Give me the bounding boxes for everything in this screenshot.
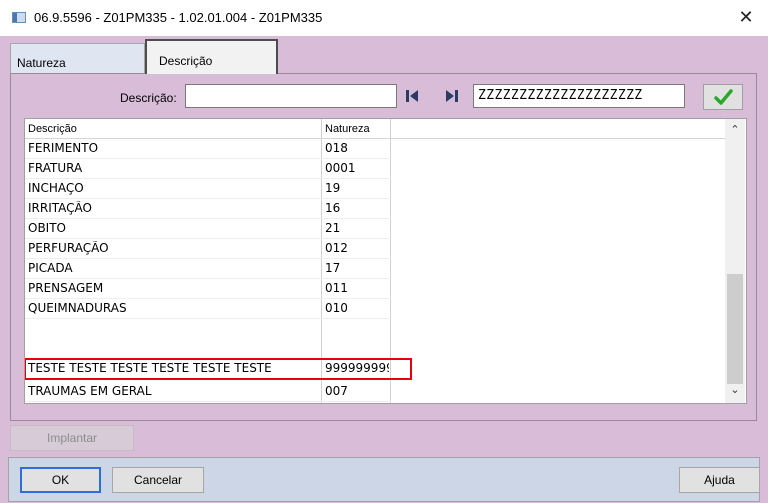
cell-natureza: 010 <box>325 301 348 315</box>
table-row[interactable]: IRRITAÇÃO 16 <box>25 199 391 219</box>
column-header-natureza[interactable]: Natureza <box>325 123 370 135</box>
table-row[interactable]: PERFURAÇÃO 012 <box>25 239 391 259</box>
cell-descricao: PERFURAÇÃO <box>28 241 109 255</box>
app-window-icon <box>12 12 26 23</box>
description-search-input[interactable] <box>185 84 397 108</box>
cell-descricao: FERIMENTO <box>28 141 99 155</box>
close-button[interactable]: ✕ <box>734 6 758 28</box>
cell-natureza: 19 <box>325 181 341 195</box>
window-title: 06.9.5596 - Z01PM335 - 1.02.01.004 - Z01… <box>34 10 323 25</box>
implantar-button[interactable]: Implantar <box>10 425 134 451</box>
cell-descricao: PICADA <box>28 261 73 275</box>
tab-natureza[interactable]: Natureza <box>10 43 145 73</box>
table-row[interactable]: FERIMENTO 018 <box>25 139 391 159</box>
table-row[interactable]: PRENSAGEM 011 <box>25 279 391 299</box>
tab-descricao[interactable]: Descrição <box>145 39 278 74</box>
title-bar: 06.9.5596 - Z01PM335 - 1.02.01.004 - Z01… <box>0 0 768 36</box>
table-row[interactable]: OBITO 21 <box>25 219 391 239</box>
cell-descricao: PRENSAGEM <box>28 281 104 295</box>
table-row[interactable]: INCHAÇO 19 <box>25 179 391 199</box>
bottom-button-bar: OK Cancelar Ajuda <box>8 457 760 502</box>
table-row[interactable]: QUEIMNADURAS 010 <box>25 299 391 319</box>
cell-natureza: 17 <box>325 261 341 275</box>
last-record-icon[interactable] <box>442 86 462 106</box>
cell-descricao: QUEIMNADURAS <box>28 301 127 315</box>
scroll-thumb[interactable] <box>727 274 743 384</box>
cell-natureza: 018 <box>325 141 348 155</box>
checkmark-icon <box>714 89 733 105</box>
table-row-highlighted[interactable]: TESTE TESTE TESTE TESTE TESTE TESTE 9999… <box>25 358 412 380</box>
cancel-button[interactable]: Cancelar <box>112 467 204 493</box>
cell-descricao: TRAUMAS EM GERAL <box>28 384 152 398</box>
scroll-up-icon[interactable]: ⌃ <box>725 123 745 137</box>
table-row[interactable]: FRATURA 0001 <box>25 159 391 179</box>
cell-descricao: TESTE TESTE TESTE TESTE TESTE TESTE <box>28 361 272 375</box>
table-row[interactable]: TRAUMAS EM GERAL 007 <box>25 382 391 402</box>
first-record-icon[interactable] <box>402 86 422 106</box>
table-row[interactable]: PICADA 17 <box>25 259 391 279</box>
help-button[interactable]: Ajuda <box>679 467 760 493</box>
code-filter-input[interactable]: ZZZZZZZZZZZZZZZZZZZZ <box>473 84 685 108</box>
cell-natureza: 011 <box>325 281 348 295</box>
cell-natureza: 012 <box>325 241 348 255</box>
confirm-filter-button[interactable] <box>703 84 743 110</box>
ok-button[interactable]: OK <box>20 467 101 493</box>
cell-natureza: 21 <box>325 221 341 235</box>
grid-header: Descrição Natureza <box>25 119 725 139</box>
vertical-scrollbar[interactable]: ⌃ ⌄ <box>725 119 745 403</box>
search-label: Descrição: <box>120 91 177 105</box>
cell-natureza: 0001 <box>325 161 356 175</box>
scroll-down-icon[interactable]: ⌄ <box>725 383 745 397</box>
cell-natureza: 999999999 <box>325 361 389 375</box>
cell-descricao: OBITO <box>28 221 66 235</box>
column-header-descricao[interactable]: Descrição <box>28 123 77 135</box>
dialog-body: Natureza Descrição Descrição: ZZZZZZZZZZ… <box>0 36 768 503</box>
results-grid[interactable]: Descrição Natureza FERIMENTO 018 FRATURA… <box>24 118 747 404</box>
cell-descricao: FRATURA <box>28 161 83 175</box>
cell-descricao: INCHAÇO <box>28 181 84 195</box>
cell-natureza: 16 <box>325 201 341 215</box>
cell-natureza: 007 <box>325 384 348 398</box>
cell-descricao: IRRITAÇÃO <box>28 201 92 215</box>
